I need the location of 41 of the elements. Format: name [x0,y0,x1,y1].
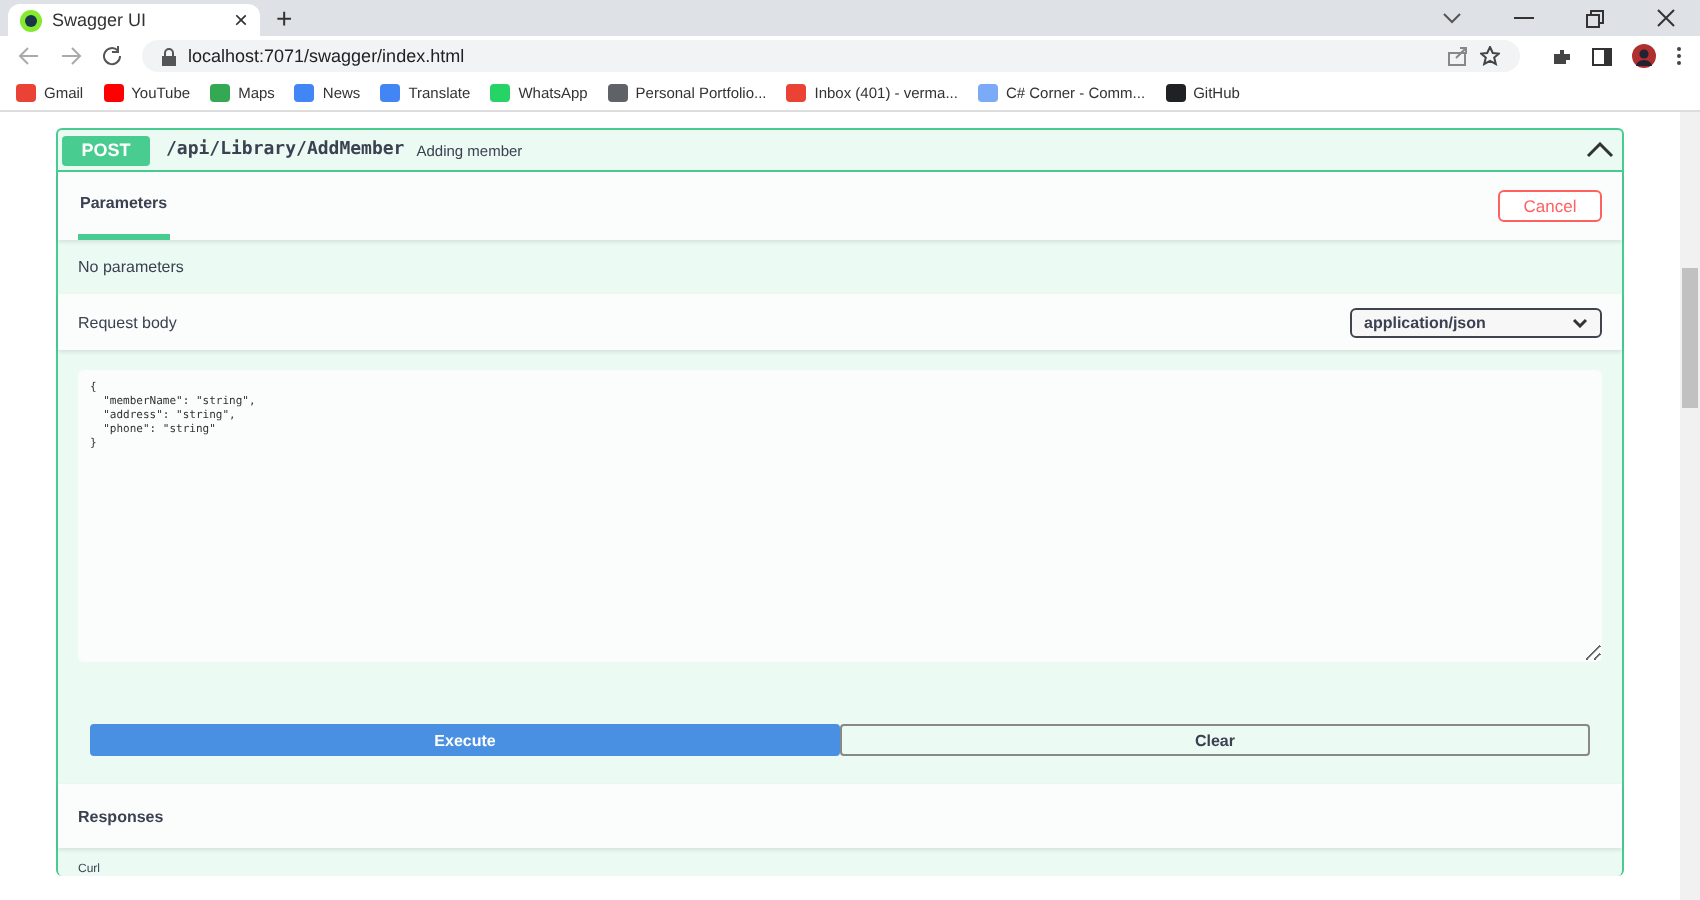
close-tab-button[interactable]: × [233,8,248,32]
restore-icon[interactable] [1586,9,1604,27]
lock-icon [162,47,176,65]
star-icon[interactable] [1480,46,1500,66]
puzzle-icon[interactable] [1552,47,1572,65]
share-icon[interactable] [1448,46,1468,66]
responses-title: Responses [78,807,164,825]
swagger-logo-icon [20,9,42,31]
browser-tab[interactable]: Swagger UI × [8,4,260,36]
content-type-dropdown[interactable]: application/json [1350,307,1602,337]
chevron-down-icon [1572,317,1588,327]
bookmark-icon [490,84,511,102]
bookmark-icon [294,84,315,102]
reload-icon[interactable] [102,46,122,66]
no-parameters-text: No parameters [78,258,184,276]
chevron-down-icon[interactable] [1442,12,1462,24]
close-icon[interactable] [1656,8,1676,28]
address-bar[interactable]: localhost:7071/swagger/index.html [142,40,1520,72]
bookmark-icon [210,84,231,102]
scrollbar[interactable] [1680,112,1700,900]
new-tab-button[interactable]: + [276,2,293,34]
side-panel-icon[interactable] [1592,47,1612,65]
endpoint-path: /api/Library/AddMember [166,140,405,160]
chevron-up-icon[interactable] [1586,142,1614,158]
bookmark-icon [607,84,628,102]
clear-button[interactable]: Clear [840,724,1590,756]
kebab-menu-icon[interactable] [1676,46,1682,66]
request-body-label: Request body [78,313,177,331]
avatar-icon[interactable] [1632,44,1656,68]
method-badge: POST [62,135,150,165]
url-text: localhost:7071/swagger/index.html [188,46,465,66]
bookmark-icon [786,84,807,102]
parameters-tab[interactable]: Parameters [78,172,170,240]
tab-title: Swagger UI [52,10,149,30]
bookmark-icon [380,84,401,102]
bookmark-icon [103,84,124,102]
scrollbar-thumb[interactable] [1682,268,1698,408]
bookmark-icon [977,84,998,102]
bookmark-icon [1165,84,1186,102]
bookmark-icon [16,84,36,102]
minimize-icon[interactable] [1514,12,1534,24]
